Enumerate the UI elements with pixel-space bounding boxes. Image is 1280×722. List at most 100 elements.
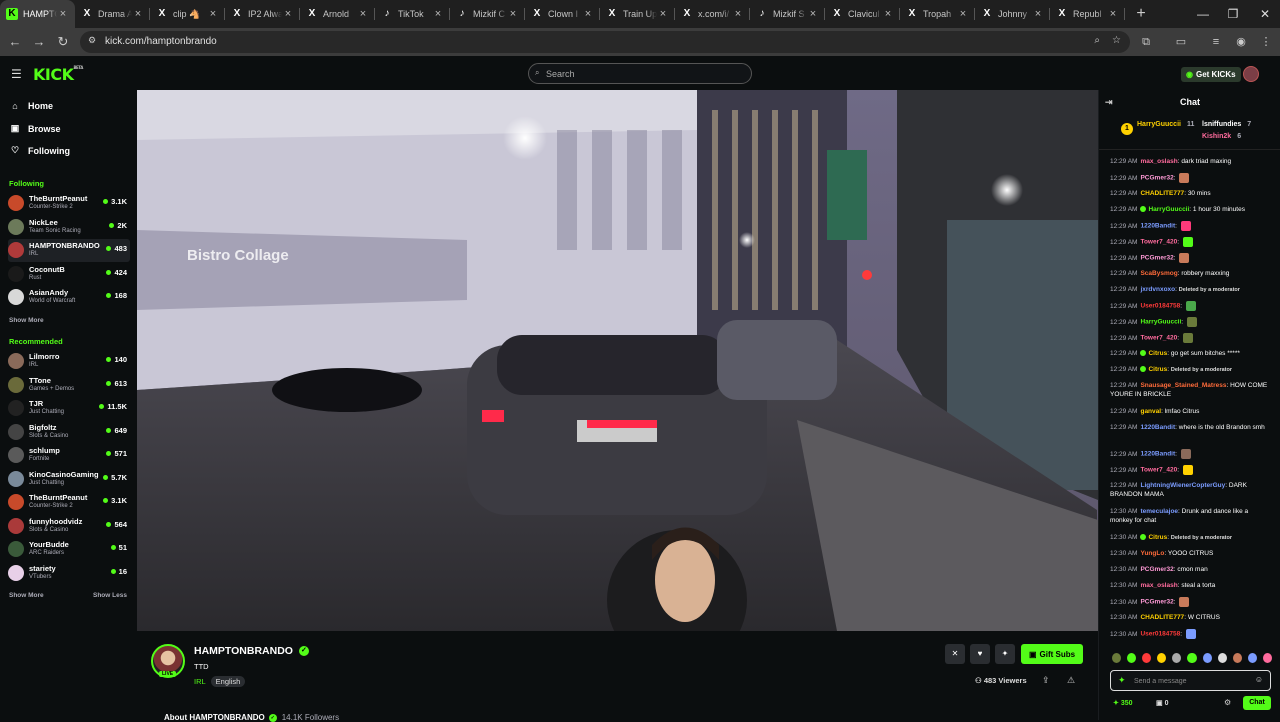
search-input[interactable]: ⌕ Search [528, 63, 752, 84]
sidebar-channel[interactable]: Lilmorro IRL 140 [8, 350, 130, 373]
chat-username[interactable]: User0184758 [1140, 631, 1180, 638]
chat-username[interactable]: Tower7_420 [1140, 335, 1177, 342]
chat-username[interactable]: PCGmer32 [1140, 599, 1173, 606]
emote-bar[interactable] [1112, 653, 1273, 665]
chat-username[interactable]: 1220Bandit [1140, 424, 1175, 431]
collapse-chat-icon[interactable]: ⇥ [1105, 90, 1113, 114]
browser-tab[interactable]: X Drama Alert× [75, 0, 150, 28]
quick-emote-icon[interactable] [1232, 653, 1242, 663]
minimize-button[interactable]: — [1188, 0, 1218, 28]
close-tab-icon[interactable]: × [207, 8, 219, 20]
quick-emote-icon[interactable] [1202, 653, 1212, 663]
cast-icon[interactable]: ▭ [1173, 34, 1189, 50]
back-icon[interactable]: ← [7, 34, 23, 50]
chat-username[interactable]: User0184758 [1140, 303, 1180, 310]
tab-search-icon[interactable]: ≡ [1208, 34, 1224, 50]
video-player[interactable]: Bistro Collage [137, 90, 1098, 631]
sidebar-channel[interactable]: HAMPTONBRANDO IRL 483 [8, 239, 130, 262]
quick-emote-icon[interactable] [1172, 653, 1182, 663]
close-tab-icon[interactable]: × [282, 8, 294, 20]
extensions-icon[interactable]: ⧉ [1138, 34, 1154, 50]
sidebar-channel[interactable]: KinoCasinoGaming Just Chatting 5.7K [8, 468, 130, 491]
chat-username[interactable]: 1220Bandit [1140, 223, 1175, 230]
browser-tab[interactable]: X Arnold × [300, 0, 375, 28]
chat-settings-icon[interactable]: ⚙ [1224, 698, 1231, 707]
sidebar-channel[interactable]: TheBurntPeanut Counter-Strike 2 3.1K [8, 491, 130, 514]
report-icon[interactable]: ⚠ [1067, 675, 1075, 686]
close-tab-icon[interactable]: × [957, 8, 969, 20]
chat-username[interactable]: Citrus [1148, 350, 1167, 357]
chat-username[interactable]: CHADLITE777 [1140, 190, 1184, 197]
sidebar-channel[interactable]: AsianAndy World of Warcraft 168 [8, 286, 130, 309]
sparkle-icon[interactable]: ✦ [1118, 675, 1126, 686]
sidebar-channel[interactable]: NickLee Team Sonic Racing 2K [8, 216, 130, 239]
browser-menu-icon[interactable]: ⋮ [1258, 34, 1274, 50]
chat-username[interactable]: HarryGuuccii [1148, 206, 1189, 213]
close-tab-icon[interactable]: × [732, 8, 744, 20]
sidebar-channel[interactable]: Bigfoltz Slots & Casino 649 [8, 421, 130, 444]
sidebar-channel[interactable]: TTone Games + Demos 613 [8, 374, 130, 397]
chat-username[interactable]: 1220Bandit [1140, 451, 1175, 458]
share-icon[interactable]: ⇪ [1042, 675, 1050, 686]
close-tab-icon[interactable]: × [57, 8, 69, 20]
sidebar-nav-following[interactable]: ♡ Following [10, 145, 70, 156]
browser-tab[interactable]: ♪ TikTok × [375, 0, 450, 28]
quick-emote-icon[interactable] [1247, 653, 1257, 663]
chat-username[interactable]: ganval [1140, 408, 1161, 415]
sidebar-nav-browse[interactable]: ▣ Browse [10, 123, 61, 134]
show-more-following-link[interactable]: Show More [9, 317, 44, 324]
browser-tab[interactable]: Xx.com/i/× [675, 0, 750, 28]
close-tab-icon[interactable]: × [657, 8, 669, 20]
sidebar-channel[interactable]: stariety VTubers 16 [8, 562, 130, 585]
profile-icon[interactable]: ◉ [1233, 34, 1249, 50]
show-more-recommended-link[interactable]: Show More [9, 592, 44, 599]
chat-username[interactable]: Tower7_420 [1140, 239, 1177, 246]
chat-username[interactable]: PCGmer32 [1140, 175, 1173, 182]
close-tab-icon[interactable]: × [507, 8, 519, 20]
chat-username[interactable]: PCGmer32 [1140, 566, 1173, 573]
browser-tab[interactable]: ♪ Mizkif C × [450, 0, 525, 28]
site-info-icon[interactable]: ⚙ [88, 35, 96, 46]
forward-icon[interactable]: → [31, 34, 47, 50]
chat-username[interactable]: max_oslash [1140, 582, 1177, 589]
sidebar-channel[interactable]: CoconutB Rust 424 [8, 263, 130, 286]
browser-tab[interactable]: X Johnny × [975, 0, 1050, 28]
address-bar[interactable]: ⚙ kick.com/hamptonbrando ⌕ ☆ [80, 31, 1130, 53]
sidebar-nav-home[interactable]: ⌂ Home [10, 101, 53, 111]
emoji-icon[interactable]: ☺ [1255, 675, 1263, 684]
close-tab-icon[interactable]: × [882, 8, 894, 20]
menu-icon[interactable]: ☰ [11, 67, 22, 81]
browser-tab[interactable]: X IP2 Always× [225, 0, 300, 28]
quick-emote-icon[interactable] [1127, 653, 1137, 663]
browser-tab[interactable]: Xclip 🐴 × [150, 0, 225, 28]
close-tab-icon[interactable]: × [1032, 8, 1044, 20]
chat-username[interactable]: max_oslash [1140, 158, 1177, 165]
quick-emote-icon[interactable] [1217, 653, 1227, 663]
chat-username[interactable]: HarryGuuccii [1140, 319, 1181, 326]
browser-tab[interactable]: X Tropah × [900, 0, 975, 28]
close-tab-icon[interactable]: × [132, 8, 144, 20]
gift-subs-button[interactable]: ▣ Gift Subs [1021, 644, 1083, 664]
quick-emote-icon[interactable] [1157, 653, 1167, 663]
category-link[interactable]: IRL [194, 677, 206, 686]
close-tab-icon[interactable]: × [582, 8, 594, 20]
top-gifter[interactable]: Kishin2k 6 [1202, 133, 1241, 140]
reload-icon[interactable]: ↻ [55, 34, 71, 50]
get-kicks-button[interactable]: ◉ Get KICKs [1181, 67, 1241, 82]
mute-notifications-icon[interactable]: ✕ [945, 644, 965, 664]
chat-username[interactable]: Snausage_Stained_Matress [1140, 382, 1226, 389]
close-window-button[interactable]: ✕ [1250, 0, 1280, 28]
quick-emote-icon[interactable] [1187, 653, 1197, 663]
follow-heart-icon[interactable]: ♥ [970, 644, 990, 664]
show-less-link[interactable]: Show Less [93, 592, 127, 599]
chat-username[interactable]: PCGmer32 [1140, 255, 1173, 262]
browser-tab[interactable]: K HAMPTONBRANDO× [0, 0, 75, 28]
chat-username[interactable]: YungLo [1140, 550, 1164, 557]
browser-tab[interactable]: X Republ × [1050, 0, 1125, 28]
browser-tab[interactable]: X Clavicul × [825, 0, 900, 28]
chat-username[interactable]: CHADLITE777 [1140, 614, 1184, 621]
top-gifter[interactable]: lsniffundies 7 [1202, 121, 1251, 128]
chat-username[interactable]: Tower7_420 [1140, 467, 1177, 474]
close-tab-icon[interactable]: × [1107, 8, 1119, 20]
chat-username[interactable]: Citrus [1148, 366, 1167, 373]
